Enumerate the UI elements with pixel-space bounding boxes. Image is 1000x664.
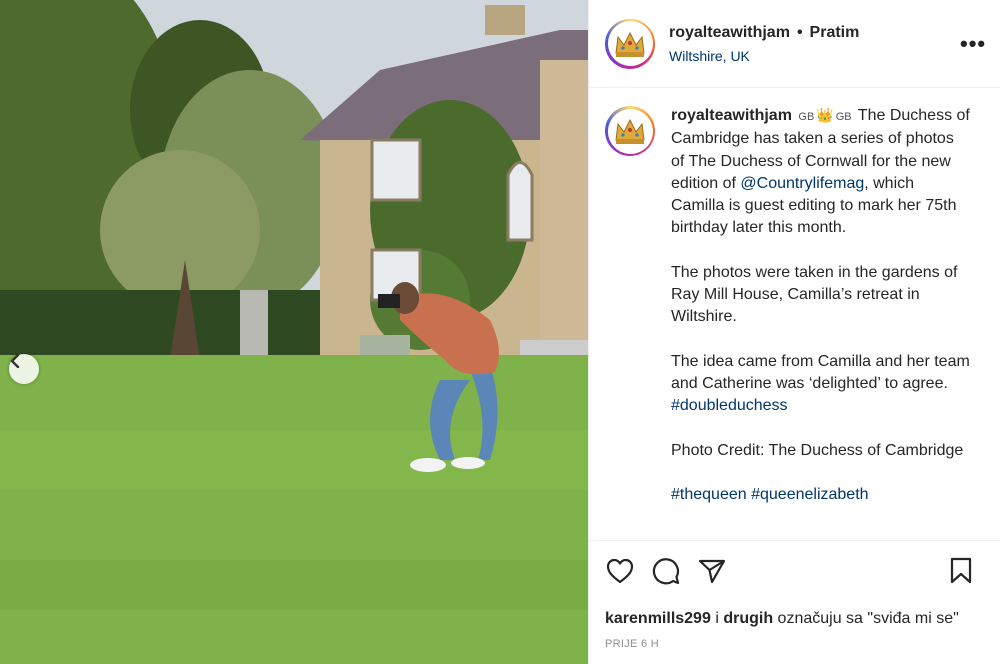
caption-username-link[interactable]: royalteawithjam [671, 107, 792, 124]
likes-suffix: označuju sa "sviđa mi se" [777, 610, 959, 627]
post-photo[interactable] [0, 0, 588, 664]
hashtag-link[interactable]: #doubleduchess [671, 397, 788, 414]
avatar[interactable] [605, 18, 655, 69]
caption-avatar[interactable] [605, 106, 655, 156]
flag-gb: GB [835, 111, 852, 123]
caption-hashtags: #thequeen #queenelizabeth [671, 484, 971, 506]
caption-paragraph-4: Photo Credit: The Duchess of Cambridge [671, 441, 964, 459]
caption-paragraph-2: The photos were taken in the gardens of … [671, 263, 958, 326]
caption-paragraph-1: royalteawithjam GB 👑 GB The Duchess of Cam… [671, 104, 971, 240]
post-side-panel: royalteawithjam • Pratim Wiltshire, UK •… [588, 0, 1000, 664]
likes-and: i [715, 610, 719, 627]
caption-text: royalteawithjam GB 👑 GB The Duchess of Cam… [671, 104, 971, 540]
heart-icon [606, 558, 634, 589]
more-options-button[interactable]: ••• [960, 31, 985, 57]
others-link[interactable]: drugih [723, 610, 773, 628]
caption-paragraph-3: The idea came from Camilla and her team … [671, 351, 971, 418]
post-header: royalteawithjam • Pratim Wiltshire, UK •… [589, 0, 1000, 88]
comment-button[interactable] [643, 554, 689, 594]
garden-photo-illustration [0, 0, 588, 664]
like-button[interactable] [597, 554, 643, 594]
crown-icon [610, 111, 650, 151]
caption-avatar-inner [607, 108, 653, 154]
follow-button[interactable]: Pratim [810, 24, 860, 42]
caption-text-3: The idea came from Camilla and her team … [671, 352, 970, 392]
save-button[interactable] [938, 554, 984, 594]
crown-icon [610, 23, 650, 64]
avatar-inner [607, 21, 653, 66]
paper-plane-icon [698, 558, 726, 589]
caption-area: royalteawithjam GB 👑 GB The Duchess of Cam… [589, 88, 1000, 540]
instagram-post: royalteawithjam • Pratim Wiltshire, UK •… [0, 0, 1000, 664]
liker-username-link[interactable]: karenmills299 [605, 610, 711, 628]
header-username-link[interactable]: royalteawithjam [669, 24, 790, 42]
share-button[interactable] [689, 554, 735, 594]
hashtag-link[interactable]: #queenelizabeth [751, 486, 868, 503]
header-top: royalteawithjam • Pratim [669, 24, 960, 42]
header-text: royalteawithjam • Pratim Wiltshire, UK [669, 24, 960, 64]
flag-gb: GB [798, 111, 815, 123]
action-bar [589, 540, 1000, 606]
hashtag-link[interactable]: #thequeen [671, 486, 747, 503]
bookmark-icon [949, 557, 973, 590]
previous-photo-button[interactable] [9, 354, 39, 384]
comment-icon [652, 557, 680, 590]
mention-link[interactable]: @Countrylifemag [740, 175, 864, 192]
crown-emoji: 👑 [816, 107, 834, 123]
location-link[interactable]: Wiltshire, UK [669, 48, 960, 64]
separator-dot: • [796, 23, 803, 41]
post-timestamp[interactable]: PRIJE 6 H [589, 632, 1000, 650]
likes-summary: karenmills299 i drugih označuju sa "sviđ… [589, 606, 1000, 632]
